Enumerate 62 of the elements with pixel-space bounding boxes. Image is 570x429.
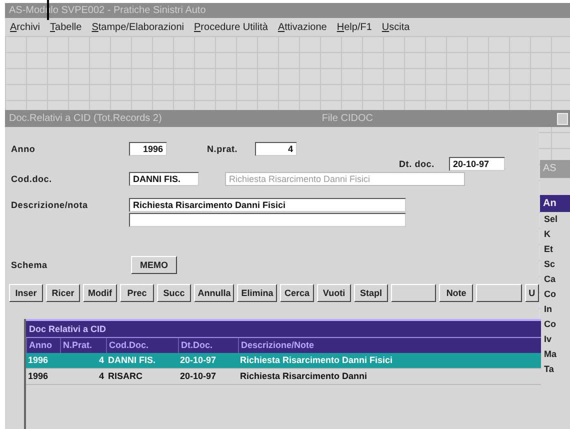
file-name: File CIDOC bbox=[322, 113, 373, 124]
field-label: Ma bbox=[543, 348, 558, 361]
field-label: Schema bbox=[11, 260, 48, 270]
toolbar-button[interactable]: Stapl bbox=[354, 284, 388, 302]
input-field[interactable]: Richiesta Risarcimento Danni Fisici bbox=[129, 198, 406, 212]
menu-item[interactable]: Procedure Utilità bbox=[194, 22, 268, 32]
grid-title: Doc Relativi a CID bbox=[26, 319, 541, 337]
field-label: Dt. doc. bbox=[399, 159, 436, 169]
toolbar-button[interactable]: Vuoti bbox=[317, 284, 351, 302]
grid-row[interactable]: 1996 4 RISARC 20-10-97 Richiesta Risarcimento Danni bbox=[26, 369, 541, 385]
field-label: Cod.doc. bbox=[11, 174, 53, 184]
input-field[interactable]: 1996 bbox=[129, 142, 167, 156]
field-label: Iv bbox=[543, 333, 553, 346]
table-cell-text: Richiesta Risarcimento Danni bbox=[239, 370, 368, 383]
field-label: K bbox=[543, 228, 552, 241]
toolbar-button[interactable]: Succ bbox=[157, 284, 191, 302]
table-cell-text: 1996 bbox=[27, 370, 50, 383]
window-title: An bbox=[540, 195, 570, 212]
toolbar-button[interactable]: Modif bbox=[83, 284, 117, 302]
field-label: In bbox=[543, 303, 553, 316]
menu-item[interactable]: Archivi bbox=[10, 22, 40, 32]
toolbar-button[interactable]: Annulla bbox=[194, 284, 234, 302]
table-cell-text: DANNI FIS. bbox=[107, 354, 157, 367]
field-label: Sc bbox=[543, 258, 556, 271]
toolbar-button[interactable]: Ricer bbox=[46, 284, 80, 302]
menu-item[interactable]: Attivazione bbox=[278, 22, 327, 32]
toolbar-button[interactable]: Inser bbox=[9, 284, 43, 302]
toolbar-button[interactable]: U bbox=[524, 284, 540, 302]
blank-button[interactable] bbox=[391, 284, 436, 302]
menu-item[interactable]: Tabelle bbox=[50, 22, 82, 32]
menu-item[interactable]: Help/F1 bbox=[336, 22, 372, 32]
input-field[interactable] bbox=[129, 213, 406, 227]
field-label: Ta bbox=[543, 363, 555, 376]
toolbar-button[interactable]: Cerca bbox=[280, 284, 314, 302]
input-field[interactable]: DANNI FIS. bbox=[129, 172, 199, 186]
toolbar-button[interactable]: Prec bbox=[120, 284, 154, 302]
table-cell-text: 1996 bbox=[27, 354, 50, 367]
table-cell-text: RISARC bbox=[107, 370, 144, 383]
memo-button[interactable]: MEMO bbox=[131, 256, 177, 274]
field-label: Co bbox=[543, 288, 557, 301]
menu-item[interactable]: Stampe/Elaborazioni bbox=[92, 22, 184, 32]
field-label: Descrizione/nota bbox=[11, 200, 89, 210]
field-label: Sel bbox=[543, 213, 559, 226]
input-field[interactable]: 4 bbox=[255, 142, 297, 156]
table-cell-text: 4 bbox=[98, 354, 105, 367]
window-title: AS bbox=[540, 160, 570, 178]
table-cell-text: Richiesta Risarcimento Danni Fisici bbox=[239, 354, 394, 367]
dialog-title: Doc.Relativi a CID (Tot.Records 2) bbox=[9, 113, 162, 124]
table-cell-text: 4 bbox=[98, 370, 105, 383]
description-field: Richiesta Risarcimento Danni Fisici bbox=[225, 172, 465, 186]
input-field[interactable]: 20-10-97 bbox=[449, 157, 505, 171]
blank-button[interactable] bbox=[476, 284, 522, 302]
menu-item[interactable]: Uscita bbox=[382, 22, 410, 32]
field-label: N.prat. bbox=[207, 144, 239, 154]
toolbar-button[interactable]: Elimina bbox=[237, 284, 277, 302]
field-label: Anno bbox=[11, 144, 36, 154]
toolbar-button[interactable]: Note bbox=[439, 284, 474, 302]
field-label: Co bbox=[543, 318, 557, 331]
table-cell-text: 20-10-97 bbox=[179, 354, 218, 367]
field-label: Et bbox=[543, 243, 554, 256]
field-label: Ca bbox=[543, 273, 557, 286]
table-cell-text: 20-10-97 bbox=[179, 370, 218, 383]
